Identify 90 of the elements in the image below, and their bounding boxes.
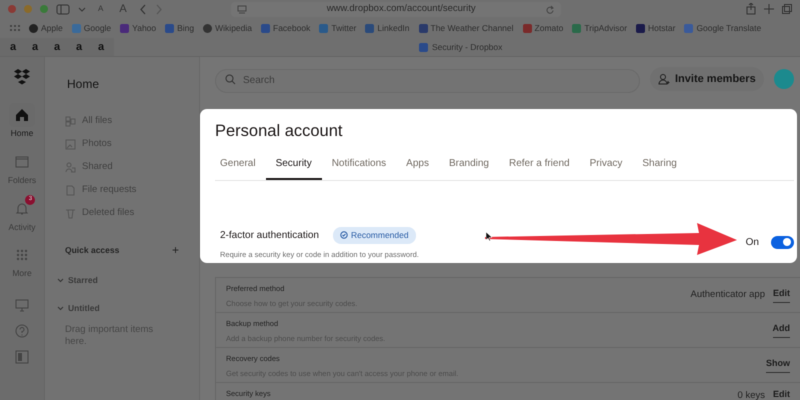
sidebar-icon [56,4,70,14]
avatar[interactable] [774,69,794,89]
browser-tab[interactable]: Security - Dropbox [419,40,502,54]
forward-icon [154,4,163,14]
bookmark-link[interactable]: Zomato [522,22,564,34]
settings-tab[interactable]: Notifications [322,156,396,180]
recommended-badge: Recommended [332,226,416,244]
bell-icon [14,200,30,216]
row-value: Authenticator app [690,288,765,302]
bookmark-link[interactable]: The Weather Channel [418,22,514,34]
pinned-tab[interactable]: a [4,40,22,54]
folder-icon [14,154,30,170]
action-link[interactable]: Edit [773,388,790,400]
bookmark-link[interactable]: Hotstar [636,22,676,34]
favicon-icon [261,24,270,32]
toggle-state: On [746,236,759,250]
bookmark-link[interactable]: LinkedIn [365,22,410,34]
monitor-icon [15,298,29,312]
section-toggle[interactable]: Untitled [57,302,100,314]
grid-icon [10,25,20,31]
section-heading: Quick access [65,244,120,256]
bookmark-link[interactable]: Wikipedia [203,22,252,34]
photo-icon [65,139,76,150]
panel-title: Personal account [215,121,344,142]
favicon-icon [572,24,582,32]
favicon-icon [120,24,130,32]
bookmark-link[interactable]: Google [72,22,112,34]
url-text: www.dropbox.com/account/security [326,2,477,16]
home-icon [14,107,30,123]
section-toggle[interactable]: Starred [57,274,98,287]
reader-icon [236,4,247,14]
bookmark-link[interactable]: Google Translate [684,22,762,34]
pinned-tab[interactable]: a [92,40,110,54]
back-icon [138,4,147,14]
bookmark-link[interactable]: TripAdvisor [572,22,628,34]
help-icon [15,324,29,338]
pinned-tab[interactable]: a [48,40,66,54]
favicon-icon [319,24,328,32]
pinned-tab[interactable]: a [26,40,44,54]
logo-icon [14,69,30,85]
document-icon [65,185,76,196]
person-add-icon [658,73,670,85]
settings-tab[interactable]: Sharing [632,156,687,180]
action-link[interactable]: Edit [773,287,790,302]
favicon-icon [165,24,174,32]
settings-tab[interactable]: Apps [396,156,439,180]
files-icon [65,116,76,127]
favicon-icon [684,24,694,32]
action-link[interactable]: Show [766,357,790,372]
address-bar[interactable]: www.dropbox.com/account/security [230,2,561,16]
row-value: 0 keys [738,388,765,400]
toggle-switch[interactable] [771,236,794,249]
bookmark-link[interactable]: Apple [29,22,63,34]
favicon-icon [418,24,428,32]
favicon-icon [203,24,212,32]
settings-tab[interactable]: Security [266,156,322,180]
reload-icon [544,4,555,14]
cursor-icon [486,232,493,242]
search-field[interactable]: Search [215,68,640,92]
search-icon [225,74,236,84]
pinned-tab[interactable]: a [70,40,88,54]
tabs-icon [782,4,792,14]
bookmark-link[interactable]: Bing [165,22,194,34]
favicon-icon [419,42,428,52]
add-button[interactable]: + [172,241,179,259]
bookmark-link[interactable]: Twitter [319,22,356,34]
share-icon [746,3,756,15]
settings-tab[interactable]: Privacy [580,156,632,180]
panel-icon [15,350,29,364]
favicon-icon [522,24,532,32]
check-icon [340,231,348,240]
favicon-icon [365,24,374,32]
favicon-icon [29,24,38,32]
bookmark-link[interactable]: Yahoo [120,22,156,34]
trash-icon [65,208,76,219]
text-size-button[interactable]: A [94,3,108,15]
favicon-icon [72,24,81,32]
sidebar-title: Home [67,76,100,93]
text-size-button[interactable]: A [115,0,131,18]
invite-button[interactable]: Invite members [650,67,764,91]
action-link[interactable]: Add [772,322,790,338]
favicon-icon [636,24,646,32]
plus-icon [764,4,774,14]
people-icon [65,162,76,173]
settings-tab[interactable]: General [215,156,266,180]
chevron-icon [78,6,86,12]
settings-tab[interactable]: Refer a friend [499,156,580,180]
settings-tab[interactable]: Branding [438,156,499,180]
setting-label: 2-factor authentication [220,228,319,243]
bookmark-link[interactable]: Facebook [261,22,310,34]
